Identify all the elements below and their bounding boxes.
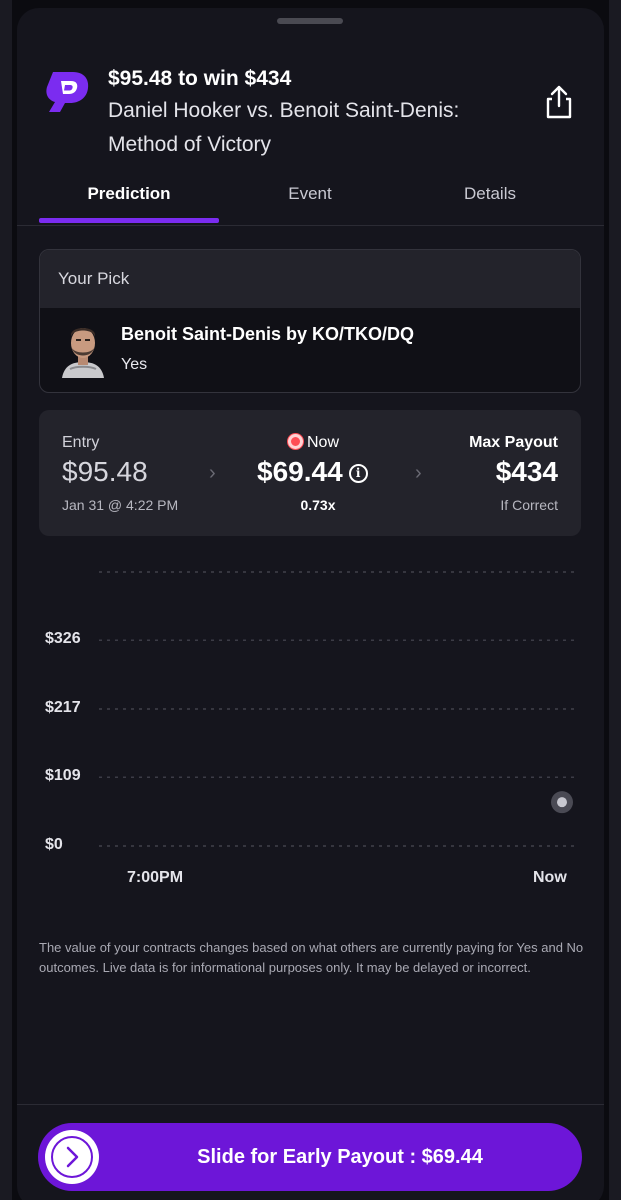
- app-logo: [43, 68, 91, 116]
- data-point: [557, 797, 567, 808]
- slide-label: Slide for Early Payout : $69.44: [197, 1146, 483, 1168]
- info-icon[interactable]: i: [348, 464, 368, 483]
- now-label-wrap: Now: [288, 434, 339, 452]
- bottom-sheet: $95.48 to win $434 Daniel Hooker vs. Ben…: [17, 8, 604, 1200]
- pick-heading: Your Pick: [40, 250, 580, 308]
- payout-stats-card: Entry $95.48 Jan 31 @ 4:22 PM › Now $69.…: [39, 410, 581, 536]
- sheet-grabber[interactable]: [277, 18, 343, 24]
- tab-prediction[interactable]: Prediction: [39, 178, 219, 210]
- background-card-left: [0, 0, 12, 1200]
- chevron-right-icon: ›: [209, 462, 216, 484]
- slide-knob[interactable]: [45, 1130, 99, 1184]
- share-icon[interactable]: [543, 84, 575, 120]
- now-value: $69.44: [257, 456, 343, 487]
- fighter-avatar: [60, 322, 106, 378]
- active-tab-indicator: [39, 218, 219, 223]
- disclaimer-text: The value of your contracts changes base…: [39, 940, 584, 975]
- event-title-line2: Method of Victory: [108, 133, 272, 156]
- slide-early-payout-button[interactable]: Slide for Early Payout : $69.44: [38, 1123, 582, 1191]
- live-dot-icon: [288, 434, 303, 449]
- max-payout-sub: If Correct: [500, 497, 558, 513]
- y-tick-label: $0: [45, 836, 63, 853]
- event-title-line1: Daniel Hooker vs. Benoit Saint-Denis:: [108, 99, 460, 122]
- y-tick-label: $326: [45, 630, 81, 648]
- x-tick-label: 7:00PM: [127, 869, 184, 886]
- value-chart: $326 $217 $109 $0 7:00PM Now: [17, 548, 604, 898]
- your-pick-card: Your Pick Benoit Saint-Denis by KO/TKO/D…: [39, 249, 581, 393]
- max-payout-label: Max Payout: [469, 434, 558, 451]
- pick-selection: Benoit Saint-Denis by KO/TKO/DQ: [121, 324, 415, 344]
- wager-title: $95.48 to win $434: [108, 67, 292, 90]
- pick-answer: Yes: [121, 356, 148, 373]
- chart-canvas: [99, 571, 579, 847]
- y-tick-label: $109: [45, 767, 81, 785]
- now-label: Now: [307, 434, 340, 451]
- y-tick-label: $217: [45, 699, 81, 716]
- chevron-right-icon: ›: [415, 462, 422, 484]
- tab-event[interactable]: Event: [220, 178, 400, 210]
- background-card-right: [609, 0, 621, 1200]
- entry-label: Entry: [62, 434, 100, 451]
- footer-divider: [17, 1104, 604, 1105]
- x-tick-label: Now: [533, 869, 567, 886]
- entry-value: $95.48: [62, 456, 148, 487]
- chevron-right-icon: [51, 1136, 93, 1178]
- tab-details[interactable]: Details: [400, 178, 580, 210]
- header-title-block: $95.48 to win $434 Daniel Hooker vs. Ben…: [108, 64, 528, 162]
- max-payout-value: $434: [495, 456, 558, 487]
- now-value-wrap: $69.44 i: [257, 456, 368, 488]
